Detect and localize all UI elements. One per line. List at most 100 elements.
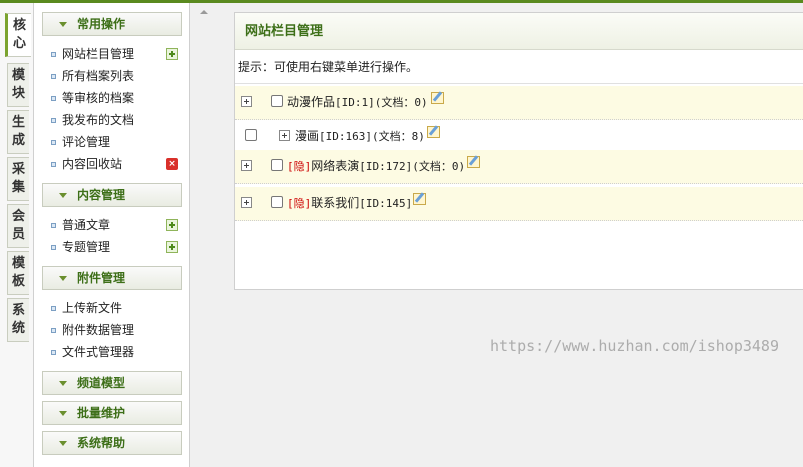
group-header-content[interactable]: 内容管理: [42, 183, 182, 207]
chevron-down-icon: [59, 441, 67, 446]
tab-collect[interactable]: 采集: [7, 157, 29, 201]
category-label[interactable]: 漫画[ID:163](文档：8): [295, 129, 425, 144]
watermark-text: https://www.huzhan.com/ishop3489: [490, 337, 779, 355]
category-row[interactable]: [隐]网络表演[ID:172](文档：0): [235, 150, 803, 184]
menu-item-topics[interactable]: 专题管理: [50, 238, 180, 256]
menu-item-file-manager[interactable]: 文件式管理器: [50, 343, 180, 361]
menu-item-category-manage[interactable]: 网站栏目管理: [50, 45, 180, 63]
category-meta: [ID:145]: [359, 197, 413, 210]
edit-icon[interactable]: [427, 126, 440, 138]
edit-icon[interactable]: [467, 156, 480, 168]
bullet-icon: [51, 162, 56, 167]
category-meta: [ID:163](文档：8): [319, 130, 425, 143]
group-header-common[interactable]: 常用操作: [42, 12, 182, 36]
row-checkbox[interactable]: [245, 129, 257, 141]
expand-icon[interactable]: [241, 160, 252, 171]
tab-members-label: 会员: [11, 209, 25, 242]
bullet-icon: [51, 328, 56, 333]
chevron-down-icon: [59, 381, 67, 386]
add-icon[interactable]: [166, 219, 178, 231]
tab-templates[interactable]: 模板: [7, 251, 29, 295]
menu-item-pending-archives[interactable]: 等审核的档案: [50, 89, 180, 107]
menu-item-all-archives[interactable]: 所有档案列表: [50, 67, 180, 85]
menu-item-upload-file[interactable]: 上传新文件: [50, 299, 180, 317]
chevron-down-icon: [59, 276, 67, 281]
vertical-tab-bar: 核心 模块 生成 采集 会员 模板 系统: [0, 3, 34, 467]
add-icon[interactable]: [166, 241, 178, 253]
edit-icon[interactable]: [431, 92, 444, 104]
group-title: 批量维护: [77, 406, 126, 420]
category-meta: [ID:172](文档：0): [359, 160, 466, 173]
row-checkbox[interactable]: [271, 196, 283, 208]
menu-item-recycle-bin[interactable]: 内容回收站 ×: [50, 155, 180, 173]
row-checkbox[interactable]: [271, 159, 283, 171]
bullet-icon: [51, 245, 56, 250]
group-title: 常用操作: [77, 17, 126, 31]
tab-templates-label: 模板: [11, 256, 25, 289]
menu-item-label: 评论管理: [62, 135, 111, 149]
tab-system-label: 系统: [11, 303, 25, 336]
delete-icon[interactable]: ×: [166, 158, 178, 170]
expand-icon[interactable]: [241, 96, 252, 107]
tab-system[interactable]: 系统: [7, 298, 29, 342]
hidden-tag: [隐]: [287, 197, 312, 210]
chevron-down-icon: [59, 193, 67, 198]
hidden-tag: [隐]: [287, 160, 312, 173]
menu-item-label: 我发布的文档: [62, 113, 135, 127]
group-header-batch-maintenance[interactable]: 批量维护: [42, 401, 182, 425]
menu-item-my-documents[interactable]: 我发布的文档: [50, 111, 180, 129]
category-label[interactable]: [隐]网络表演[ID:172](文档：0): [287, 159, 465, 174]
expand-icon[interactable]: [241, 197, 252, 208]
bullet-icon: [51, 96, 56, 101]
bullet-icon: [51, 350, 56, 355]
tab-core[interactable]: 核心: [5, 13, 31, 57]
bullet-icon: [51, 52, 56, 57]
bullet-icon: [51, 140, 56, 145]
edit-icon[interactable]: [413, 193, 426, 205]
menu-item-comments[interactable]: 评论管理: [50, 133, 180, 151]
tab-members[interactable]: 会员: [7, 204, 29, 248]
sidebar-menu: 常用操作 网站栏目管理 所有档案列表 等审核的档案 我发布的文档 评论管理 内容…: [34, 3, 190, 467]
menu-item-label: 文件式管理器: [62, 345, 135, 359]
group-header-attachments[interactable]: 附件管理: [42, 266, 182, 290]
bullet-icon: [51, 223, 56, 228]
menu-item-label: 所有档案列表: [62, 69, 135, 83]
category-name: 漫画: [295, 129, 320, 143]
category-label[interactable]: [隐]联系我们[ID:145]: [287, 196, 412, 211]
tab-generate[interactable]: 生成: [7, 110, 29, 154]
bullet-icon: [51, 306, 56, 311]
category-name: 动漫作品: [287, 95, 336, 109]
category-name: 网络表演: [311, 159, 360, 173]
menu-item-label: 网站栏目管理: [62, 47, 135, 61]
category-row[interactable]: 动漫作品[ID:1](文档：0): [235, 86, 803, 120]
expand-icon[interactable]: [279, 130, 290, 141]
menu-item-label: 上传新文件: [62, 301, 123, 315]
category-row[interactable]: [隐]联系我们[ID:145]: [235, 187, 803, 221]
tab-collect-label: 采集: [11, 162, 25, 195]
tab-modules[interactable]: 模块: [7, 63, 29, 107]
tab-modules-label: 模块: [11, 68, 25, 101]
chevron-down-icon: [59, 411, 67, 416]
menu-item-articles[interactable]: 普通文章: [50, 216, 180, 234]
menu-item-label: 附件数据管理: [62, 323, 135, 337]
group-title: 频道模型: [77, 376, 126, 390]
panel-title: 网站栏目管理: [235, 13, 803, 50]
group-header-system-help[interactable]: 系统帮助: [42, 431, 182, 455]
category-name: 联系我们: [311, 196, 360, 210]
category-row[interactable]: 漫画[ID:163](文档：8): [235, 120, 803, 154]
group-title: 内容管理: [77, 188, 126, 202]
main-panel: 网站栏目管理 提示：可使用右键菜单进行操作。 动漫作品[ID:1](文档：0) …: [234, 12, 803, 290]
group-title: 系统帮助: [77, 436, 126, 450]
add-icon[interactable]: [166, 48, 178, 60]
tab-core-label: 核心: [12, 18, 26, 51]
bullet-icon: [51, 118, 56, 123]
bullet-icon: [51, 74, 56, 79]
group-header-channel-model[interactable]: 频道模型: [42, 371, 182, 395]
menu-item-attachment-data[interactable]: 附件数据管理: [50, 321, 180, 339]
row-checkbox[interactable]: [271, 95, 283, 107]
menu-item-label: 内容回收站: [62, 157, 123, 171]
menu-item-label: 普通文章: [62, 218, 111, 232]
category-meta: [ID:1](文档：0): [335, 96, 428, 109]
category-label[interactable]: 动漫作品[ID:1](文档：0): [287, 95, 428, 110]
scroll-up-arrow-icon[interactable]: [200, 10, 208, 14]
